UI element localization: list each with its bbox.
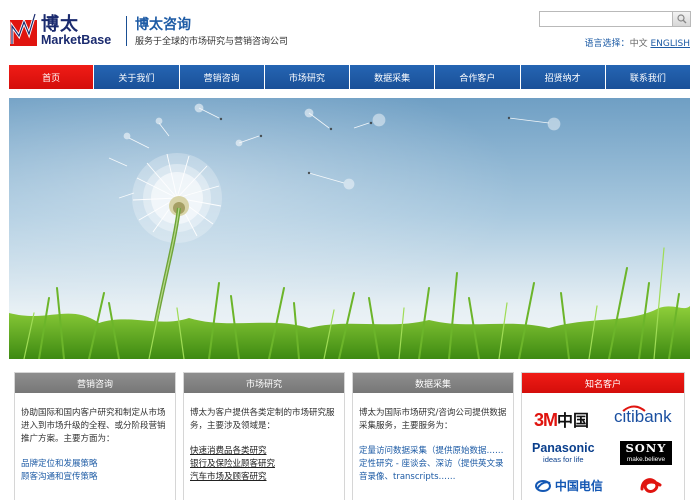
china-telecom-swirl-icon	[535, 479, 551, 492]
nav-marketing-consulting[interactable]: 营销咨询	[179, 65, 265, 89]
site-header: 博太 MarketBase 博太咨询 服务于全球的市场研究与营销咨询公司 语言选…	[0, 0, 700, 60]
nav-data-collection[interactable]: 数据采集	[350, 65, 436, 89]
client-logo-panasonic[interactable]: Panasonic ideas for life	[532, 441, 595, 465]
logo-sony-text: SONY	[625, 441, 667, 455]
client-logo-china-unicom[interactable]	[638, 475, 664, 500]
header-divider	[126, 16, 127, 46]
dandelion-illustration	[9, 98, 690, 359]
link-auto-market-research[interactable]: 汽车市场及顾客研究	[190, 471, 338, 484]
box-research-title: 市场研究	[184, 373, 344, 393]
brand-subtitle: 服务于全球的市场研究与营销咨询公司	[135, 37, 289, 47]
search-input[interactable]	[539, 11, 672, 27]
logo-china-text: 中国	[557, 411, 590, 430]
link-brand-positioning[interactable]: 品牌定位和发展策略	[21, 458, 169, 471]
box-marketing-title: 营销咨询	[15, 373, 175, 393]
lang-chinese[interactable]: 中文	[630, 39, 648, 49]
logo-china-telecom-text: 中国电信	[554, 479, 603, 493]
box-market-research: 市场研究 博太为客户提供各类定制的市场研究服务，主要涉及领域是： 快速消费品各类…	[183, 372, 345, 500]
client-logo-citibank[interactable]: citibank	[614, 405, 672, 427]
lang-english-link[interactable]: ENGLISH	[650, 39, 690, 49]
link-banking-insurance-research[interactable]: 银行及保险业顾客研究	[190, 458, 338, 471]
logo-mark-icon	[10, 13, 37, 46]
logo-panasonic-text: Panasonic	[532, 441, 595, 455]
logo-sony-tagline: make.believe	[626, 456, 666, 463]
nav-contact[interactable]: 联系我们	[605, 65, 690, 89]
logo-panasonic-tagline: ideas for life	[543, 455, 584, 464]
main-nav: 首页 关于我们 营销咨询 市场研究 数据采集 合作客户 招贤纳才 联系我们	[9, 65, 690, 89]
citibank-arc-icon	[622, 405, 646, 412]
nav-home[interactable]: 首页	[9, 65, 95, 89]
box-data-title: 数据采集	[353, 373, 513, 393]
box-clients: 知名客户 3M中国 citibank Panasonic ideas for l…	[521, 372, 685, 500]
lang-label: 语言选择：	[584, 39, 630, 49]
search-box	[539, 11, 691, 27]
hero-banner-dandelion	[9, 98, 690, 359]
logo-3m-text: 3M	[534, 410, 558, 430]
link-customer-communication[interactable]: 顾客沟通和宣传策略	[21, 471, 169, 484]
nav-clients[interactable]: 合作客户	[435, 65, 521, 89]
box-marketing-intro: 协助国际和国内客户研究和制定从市场进入到市场升级的全程、或分阶段营销推广方案。主…	[21, 408, 166, 444]
client-logo-china-telecom[interactable]: 中国电信	[534, 477, 603, 494]
nav-market-research[interactable]: 市场研究	[264, 65, 350, 89]
language-selector: 语言选择：中文 ENGLISH	[585, 36, 690, 49]
box-data-intro: 博太为国际市场研究/咨询公司提供数据采集服务，主要服务为：	[359, 408, 507, 431]
text-qualitative-research: 定性研究 - 座谈会、深访（提供英文录音录像、transcripts……	[359, 459, 504, 482]
red-knot-logo-icon	[640, 478, 662, 493]
logo-text-en: MarketBase	[41, 33, 112, 47]
client-logo-sony[interactable]: SONY make.believe	[620, 441, 672, 465]
search-button[interactable]	[672, 11, 691, 27]
link-fmcg-research[interactable]: 快速消费品各类研究	[190, 445, 338, 458]
box-clients-title: 知名客户	[522, 373, 684, 393]
box-research-intro: 博太为客户提供各类定制的市场研究服务，主要涉及领域是：	[190, 408, 335, 431]
search-icon	[676, 14, 686, 24]
box-marketing-consulting: 营销咨询 协助国际和国内客户研究和制定从市场进入到市场升级的全程、或分阶段营销推…	[14, 372, 176, 500]
link-quantitative-fieldwork[interactable]: 定量访问数据采集（提供原始数据……	[359, 445, 507, 458]
nav-careers[interactable]: 招贤纳才	[520, 65, 606, 89]
box-data-collection: 数据采集 博太为国际市场研究/咨询公司提供数据采集服务，主要服务为： 定量访问数…	[352, 372, 514, 500]
client-logo-3m-china[interactable]: 3M中国	[534, 407, 589, 431]
marketbase-logo[interactable]: 博太 MarketBase	[9, 10, 119, 48]
nav-about[interactable]: 关于我们	[94, 65, 180, 89]
brand-title: 博太咨询	[135, 17, 191, 33]
